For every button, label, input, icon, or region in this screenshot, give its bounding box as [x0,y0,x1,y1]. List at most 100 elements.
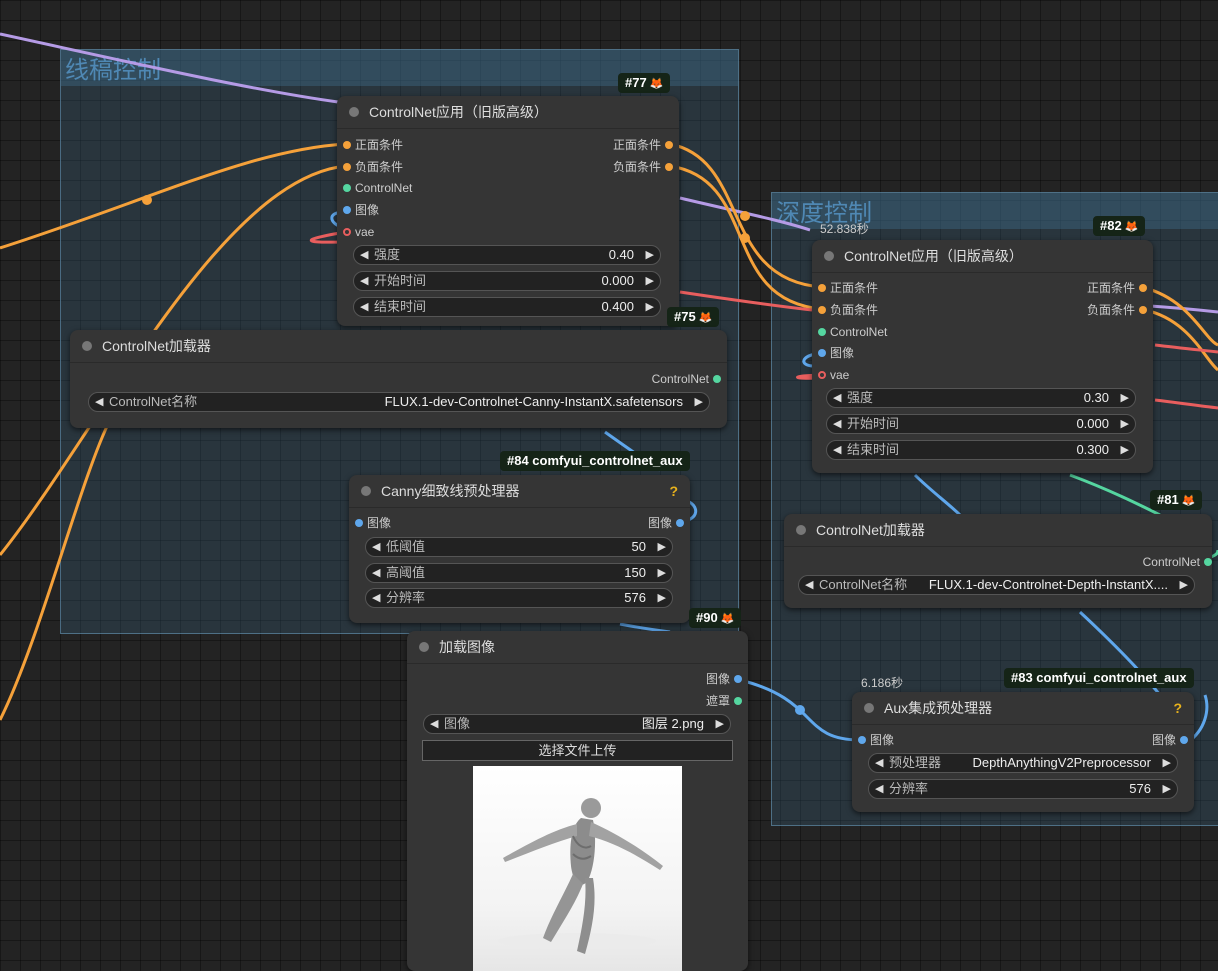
prev-arrow-icon[interactable]: ◀ [430,715,438,733]
increment-arrow-icon[interactable]: ▶ [1163,780,1171,798]
slot-dot[interactable] [818,284,826,292]
input-negative[interactable]: 负面条件 [818,302,878,318]
slot-dot[interactable] [1139,284,1147,292]
increment-arrow-icon[interactable]: ▶ [658,589,666,607]
slot-dot[interactable] [665,141,673,149]
node-canny-preprocessor-84[interactable]: Canny细致线预处理器 ? 图像 图像 ◀ 低阈值 50 ▶ ◀ 高阈值 150 ▶ ◀ 分… [349,475,690,623]
upload-file-button[interactable]: 选择文件上传 [422,740,733,761]
next-arrow-icon[interactable]: ▶ [695,393,703,411]
next-arrow-icon[interactable]: ▶ [1163,754,1171,772]
preprocessor-select[interactable]: ◀ 预处理器 DepthAnythingV2Preprocessor ▶ [868,753,1178,773]
output-negative[interactable]: 负面条件 [613,159,673,175]
increment-arrow-icon[interactable]: ▶ [646,246,654,264]
slot-dot[interactable] [858,736,866,744]
slot-dot[interactable] [818,349,826,357]
controlnet-name-select[interactable]: ◀ ControlNet名称 FLUX.1-dev-Controlnet-Depth… [798,575,1195,595]
collapse-dot[interactable] [82,341,92,351]
increment-arrow-icon[interactable]: ▶ [1121,441,1129,459]
input-vae[interactable]: vae [343,224,374,240]
collapse-dot[interactable] [361,486,371,496]
decrement-arrow-icon[interactable]: ◀ [372,589,380,607]
slot-dot[interactable] [343,184,351,192]
decrement-arrow-icon[interactable]: ◀ [372,564,380,582]
slot-dot[interactable] [818,328,826,336]
input-positive[interactable]: 正面条件 [343,137,403,153]
output-controlnet[interactable]: ControlNet [1143,554,1212,570]
slot-dot[interactable] [343,163,351,171]
node-title[interactable]: Aux集成预处理器 [852,692,1194,725]
slot-dot[interactable] [343,206,351,214]
output-image[interactable]: 图像 [1152,732,1188,748]
next-arrow-icon[interactable]: ▶ [1180,576,1188,594]
start-percent-widget[interactable]: ◀ 开始时间 0.000 ▶ [826,414,1136,434]
input-vae[interactable]: vae [818,367,849,383]
increment-arrow-icon[interactable]: ▶ [1121,415,1129,433]
output-image[interactable]: 图像 [648,515,684,531]
node-load-image-90[interactable]: 加载图像 图像 遮罩 ◀ 图像 图层 2.png ▶ 选择文件上传 [407,631,748,971]
resolution-widget[interactable]: ◀ 分辨率 576 ▶ [365,588,673,608]
slot-dot[interactable] [1139,306,1147,314]
collapse-dot[interactable] [796,525,806,535]
node-controlnet-loader-75[interactable]: ControlNet加载器 ControlNet ◀ ControlNet名称 FL… [70,330,727,428]
output-controlnet[interactable]: ControlNet [652,371,721,387]
decrement-arrow-icon[interactable]: ◀ [360,298,368,316]
slot-dot[interactable] [355,519,363,527]
next-arrow-icon[interactable]: ▶ [716,715,724,733]
output-image[interactable]: 图像 [706,671,742,687]
decrement-arrow-icon[interactable]: ◀ [372,538,380,556]
image-select[interactable]: ◀ 图像 图层 2.png ▶ [423,714,731,734]
decrement-arrow-icon[interactable]: ◀ [875,780,883,798]
slot-dot[interactable] [818,371,826,379]
input-image[interactable]: 图像 [858,732,894,748]
output-positive[interactable]: 正面条件 [1087,280,1147,296]
increment-arrow-icon[interactable]: ▶ [646,272,654,290]
help-question-icon[interactable]: ? [669,483,678,499]
input-controlnet[interactable]: ControlNet [818,324,887,340]
prev-arrow-icon[interactable]: ◀ [805,576,813,594]
input-negative[interactable]: 负面条件 [343,159,403,175]
output-negative[interactable]: 负面条件 [1087,302,1147,318]
input-image[interactable]: 图像 [818,345,854,361]
increment-arrow-icon[interactable]: ▶ [1121,389,1129,407]
node-title[interactable]: ControlNet加载器 [784,514,1212,547]
increment-arrow-icon[interactable]: ▶ [658,538,666,556]
strength-widget[interactable]: ◀ 强度 0.30 ▶ [826,388,1136,408]
output-mask[interactable]: 遮罩 [706,693,742,709]
increment-arrow-icon[interactable]: ▶ [658,564,666,582]
slot-dot[interactable] [713,375,721,383]
collapse-dot[interactable] [419,642,429,652]
decrement-arrow-icon[interactable]: ◀ [833,415,841,433]
node-title[interactable]: 加载图像 [407,631,748,664]
prev-arrow-icon[interactable]: ◀ [875,754,883,772]
end-percent-widget[interactable]: ◀ 结束时间 0.300 ▶ [826,440,1136,460]
node-controlnet-apply-77[interactable]: ControlNet应用（旧版高级） 正面条件 负面条件 ControlNet … [337,96,679,326]
collapse-dot[interactable] [349,107,359,117]
node-title[interactable]: ControlNet应用（旧版高级） [812,240,1153,273]
slot-dot[interactable] [665,163,673,171]
input-controlnet[interactable]: ControlNet [343,180,412,196]
slot-dot[interactable] [343,228,351,236]
slot-dot[interactable] [343,141,351,149]
node-title[interactable]: ControlNet加载器 [70,330,727,363]
slot-dot[interactable] [1204,558,1212,566]
output-positive[interactable]: 正面条件 [613,137,673,153]
input-image[interactable]: 图像 [343,202,379,218]
strength-widget[interactable]: ◀ 强度 0.40 ▶ [353,245,661,265]
slot-dot[interactable] [818,306,826,314]
end-percent-widget[interactable]: ◀ 结束时间 0.400 ▶ [353,297,661,317]
low-threshold-widget[interactable]: ◀ 低阈值 50 ▶ [365,537,673,557]
prev-arrow-icon[interactable]: ◀ [95,393,103,411]
slot-dot[interactable] [676,519,684,527]
collapse-dot[interactable] [824,251,834,261]
node-controlnet-loader-81[interactable]: ControlNet加载器 ControlNet ◀ ControlNet名称 FL… [784,514,1212,608]
slot-dot[interactable] [734,697,742,705]
decrement-arrow-icon[interactable]: ◀ [360,272,368,290]
node-title[interactable]: ControlNet应用（旧版高级） [337,96,679,129]
help-question-icon[interactable]: ? [1173,700,1182,716]
input-image[interactable]: 图像 [355,515,391,531]
node-controlnet-apply-82[interactable]: ControlNet应用（旧版高级） 正面条件 负面条件 ControlNet … [812,240,1153,473]
decrement-arrow-icon[interactable]: ◀ [360,246,368,264]
input-positive[interactable]: 正面条件 [818,280,878,296]
node-title[interactable]: Canny细致线预处理器 [349,475,690,508]
resolution-widget[interactable]: ◀ 分辨率 576 ▶ [868,779,1178,799]
